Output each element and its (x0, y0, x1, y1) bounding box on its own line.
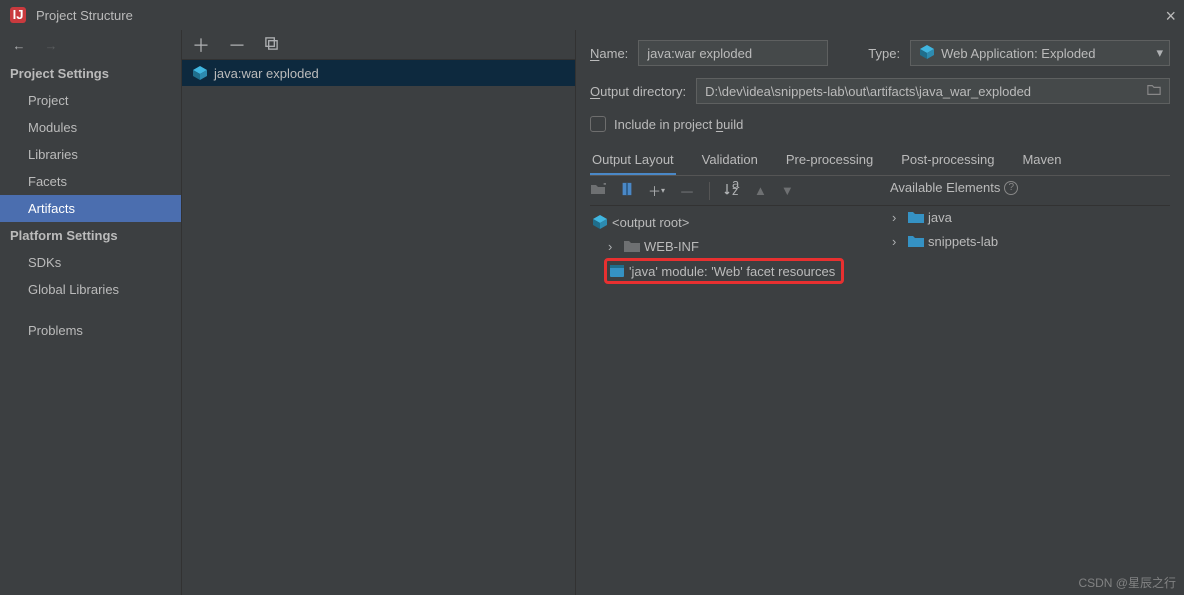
tree-output-root[interactable]: <output root> (590, 210, 880, 234)
expander-icon[interactable]: › (608, 239, 620, 254)
nav-facets[interactable]: Facets (0, 168, 181, 195)
output-layout-tree: <output root> › WEB-INF 'java' module: '… (590, 206, 880, 284)
artifact-type-icon (919, 44, 935, 63)
tab-post-processing[interactable]: Post-processing (899, 146, 996, 175)
app-logo-icon: IJ (10, 7, 26, 23)
artifact-list-label: java:war exploded (214, 66, 319, 81)
back-arrow-icon[interactable]: ← (8, 34, 30, 56)
titlebar: IJ Project Structure × (0, 0, 1184, 30)
browse-folder-icon[interactable] (1147, 83, 1161, 100)
web-facet-icon (609, 263, 625, 279)
artifacts-list-pane: ＋ － java:war exploded (182, 30, 576, 595)
include-build-checkbox[interactable] (590, 116, 606, 132)
artifact-name-input[interactable] (638, 40, 828, 66)
svg-text:IJ: IJ (13, 7, 24, 22)
archive-icon[interactable] (620, 181, 634, 200)
artifact-icon (192, 65, 208, 81)
close-icon[interactable]: × (1165, 6, 1176, 27)
nav-libraries[interactable]: Libraries (0, 141, 181, 168)
artifact-type-value: Web Application: Exploded (941, 46, 1095, 61)
svg-text:+: + (603, 181, 606, 191)
artifact-type-dropdown[interactable]: Web Application: Exploded ▾ (910, 40, 1170, 66)
nav-global-libraries[interactable]: Global Libraries (0, 276, 181, 303)
include-build-label: Include in project build (614, 117, 743, 132)
remove-icon[interactable]: － (228, 32, 246, 58)
artifact-list-item[interactable]: java:war exploded (182, 60, 575, 86)
available-item-java[interactable]: › java (890, 205, 1170, 229)
section-platform-settings: Platform Settings (0, 222, 181, 249)
artifact-icon (592, 214, 608, 230)
name-label: Name: (590, 46, 628, 61)
artifact-detail-pane: Name: Type: Web Application: Exploded ▾ … (576, 30, 1184, 595)
add-copy-icon[interactable]: ＋▾ (648, 181, 665, 200)
tab-output-layout[interactable]: Output Layout (590, 146, 676, 175)
output-dir-input[interactable]: D:\dev\idea\snippets-lab\out\artifacts\j… (696, 78, 1170, 104)
chevron-down-icon: ▾ (1156, 45, 1163, 61)
sort-icon[interactable]: az (724, 181, 740, 200)
nav-project[interactable]: Project (0, 87, 181, 114)
available-item-label: snippets-lab (928, 234, 998, 249)
tree-root-label: <output root> (612, 215, 689, 230)
type-label: Type: (868, 46, 900, 61)
window-title: Project Structure (36, 8, 133, 23)
expander-icon[interactable]: › (892, 210, 904, 225)
tree-webinf-label: WEB-INF (644, 239, 699, 254)
nav-modules[interactable]: Modules (0, 114, 181, 141)
output-dir-label: Output directory: (590, 84, 686, 99)
separator (709, 182, 710, 200)
expander-icon[interactable]: › (892, 234, 904, 249)
remove-item-icon: － (679, 179, 695, 203)
move-down-icon: ▼ (781, 183, 794, 198)
folder-icon (624, 238, 640, 254)
tree-webinf[interactable]: › WEB-INF (590, 234, 880, 258)
copy-icon[interactable] (264, 36, 279, 54)
module-icon (908, 233, 924, 249)
available-item-snippets[interactable]: › snippets-lab (890, 229, 1170, 253)
svg-text:z: z (732, 183, 739, 197)
tab-validation[interactable]: Validation (700, 146, 760, 175)
tab-pre-processing[interactable]: Pre-processing (784, 146, 875, 175)
add-icon[interactable]: ＋ (192, 32, 210, 58)
output-dir-value: D:\dev\idea\snippets-lab\out\artifacts\j… (705, 84, 1143, 99)
watermark: CSDN @星辰之行 (1078, 574, 1176, 591)
nav-sdks[interactable]: SDKs (0, 249, 181, 276)
highlighted-facet-row: 'java' module: 'Web' facet resources (604, 258, 844, 284)
available-item-label: java (928, 210, 952, 225)
nav-problems[interactable]: Problems (0, 317, 181, 344)
new-folder-icon[interactable]: + (590, 181, 606, 200)
section-project-settings: Project Settings (0, 60, 181, 87)
tab-maven[interactable]: Maven (1020, 146, 1063, 175)
nav-artifacts[interactable]: Artifacts (0, 195, 181, 222)
settings-sidebar: ← → Project Settings Project Modules Lib… (0, 30, 182, 595)
move-up-icon: ▲ (754, 183, 767, 198)
tree-facet-label[interactable]: 'java' module: 'Web' facet resources (629, 264, 835, 279)
module-icon (908, 209, 924, 225)
available-elements-pane: Available Elements ? › java › (880, 206, 1170, 284)
available-elements-title: Available Elements (890, 180, 1000, 195)
artifact-tabs: Output Layout Validation Pre-processing … (590, 146, 1170, 176)
help-icon[interactable]: ? (1004, 181, 1018, 195)
forward-arrow-icon: → (40, 34, 62, 56)
